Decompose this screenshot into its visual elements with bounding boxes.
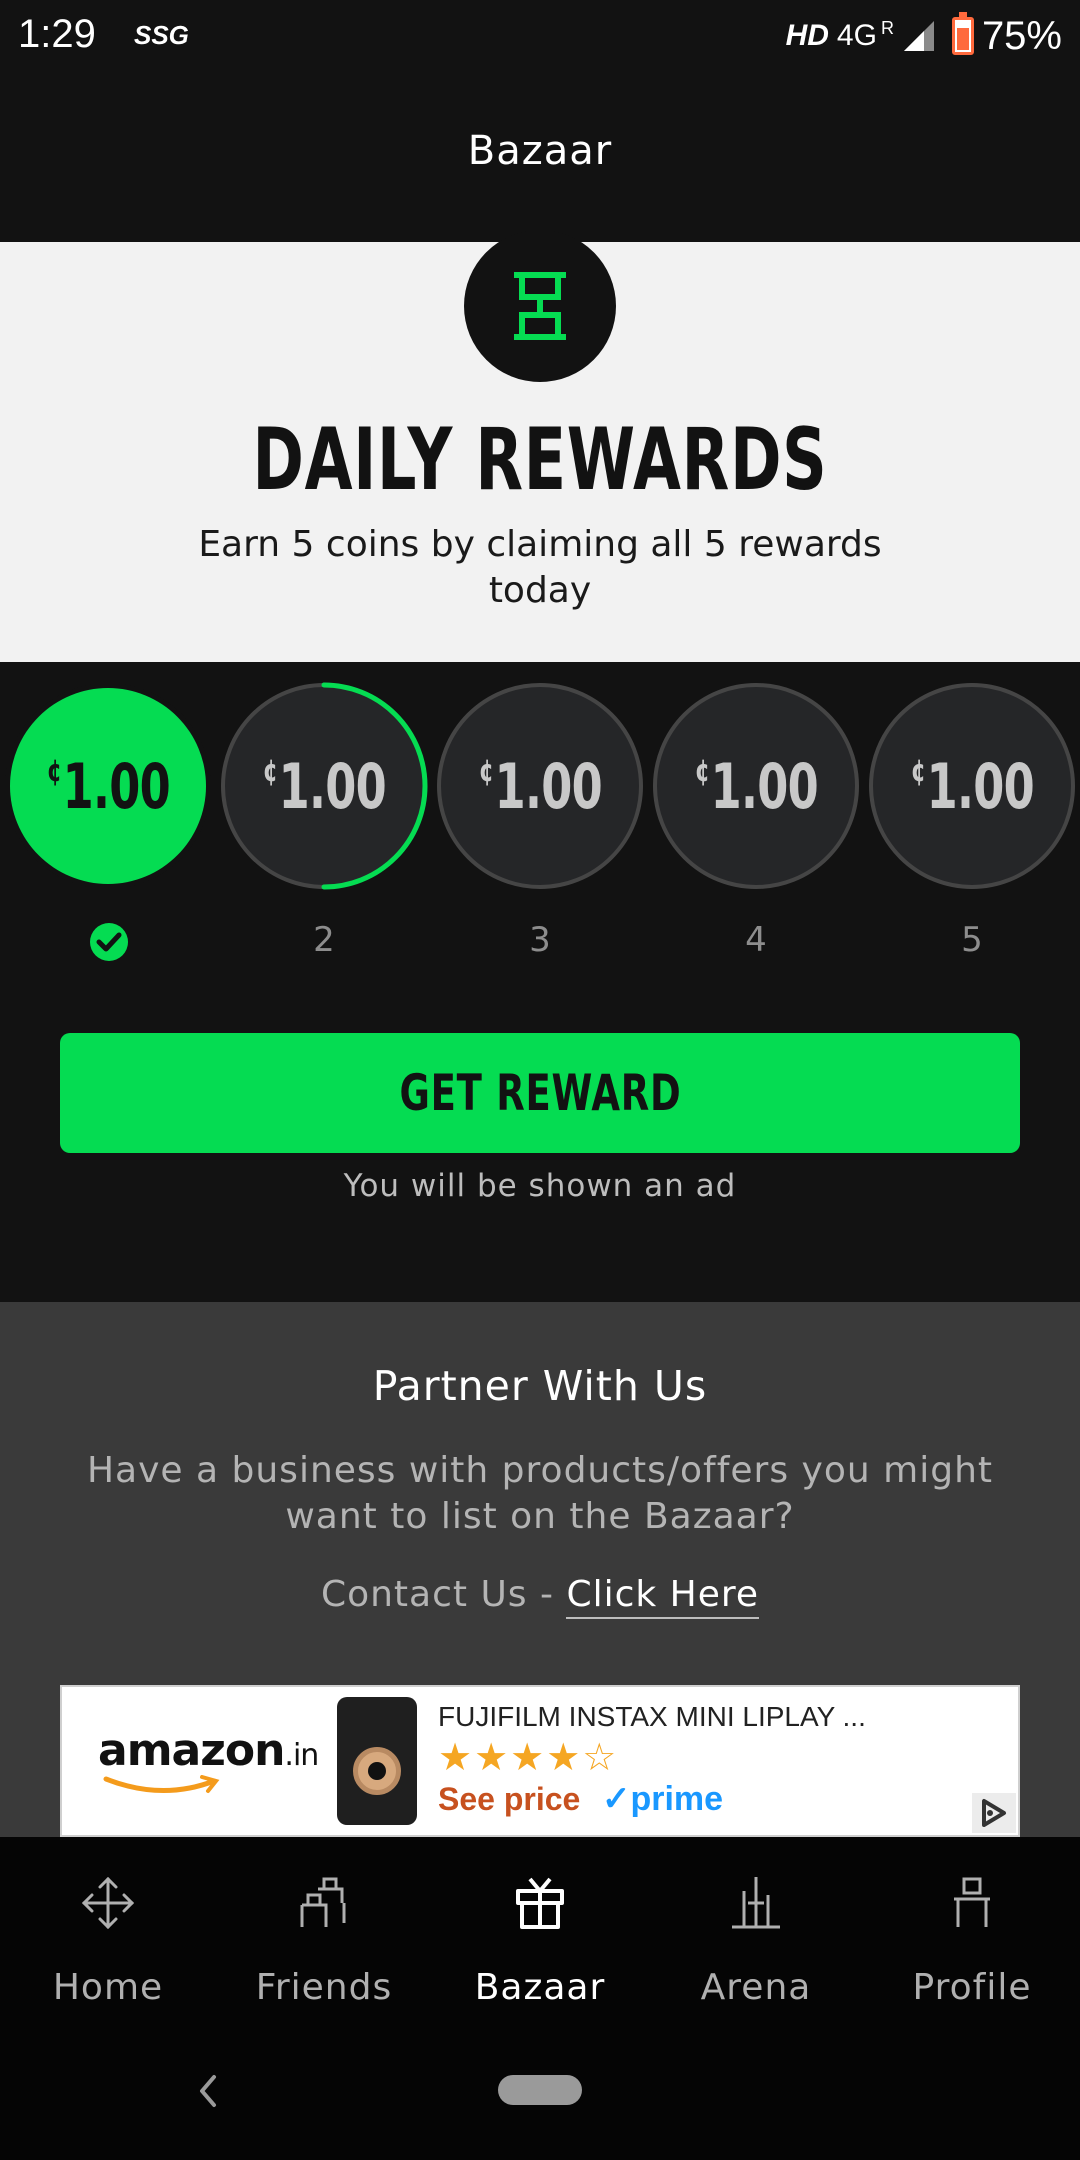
coin-3-value: ¢1.00	[478, 749, 602, 823]
network-type: 4G	[836, 19, 877, 52]
reward-coin-3[interactable]: ¢1.00	[434, 680, 646, 892]
partner-title: Partner With Us	[372, 1362, 708, 1410]
status-time: 1:29	[18, 12, 96, 56]
partner-text: Have a business with products/offers you…	[86, 1450, 993, 1537]
day-label-2: 2	[313, 920, 335, 960]
coin-2-value: ¢1.00	[262, 749, 386, 823]
ad-rating-stars: ★★★★☆	[438, 1735, 619, 1779]
system-nav-bar	[0, 2017, 1080, 2160]
coin-5-value: ¢1.00	[910, 749, 1034, 823]
amazon-smile-icon	[103, 1775, 220, 1794]
bottom-nav: Home Friends Bazaar Arena Profile	[0, 1837, 1080, 2017]
contact-link[interactable]: Click Here	[566, 1574, 760, 1619]
nav-item-home[interactable]: Home	[0, 1837, 216, 2017]
get-reward-button[interactable]: GET REWARD	[60, 1033, 1020, 1153]
status-indicators: HD 4G R 75%	[786, 12, 1062, 60]
nav-label-bazaar: Bazaar	[474, 1967, 606, 2008]
nav-label-profile: Profile	[912, 1967, 1032, 2008]
nav-item-arena[interactable]: Arena	[648, 1837, 864, 2017]
bazaar-emblem	[464, 230, 616, 382]
hourglass-icon	[514, 272, 566, 340]
reward-coin-1[interactable]: ¢1.00	[2, 680, 214, 892]
signal-icon	[903, 21, 934, 51]
ad-banner[interactable]: amazon.in FUJIFILM INSTAX MINI LIPLAY ..…	[60, 1685, 1020, 1837]
day-label-5: 5	[961, 920, 983, 960]
reward-coin-5[interactable]: ¢1.00	[866, 680, 1078, 892]
gift-icon	[516, 1877, 564, 1929]
home-icon	[81, 1876, 135, 1930]
reward-coin-4[interactable]: ¢1.00	[650, 680, 862, 892]
roaming-indicator: R	[880, 17, 894, 38]
battery-percent: 75%	[981, 13, 1062, 58]
nav-item-friends[interactable]: Friends	[216, 1837, 432, 2017]
camera-lens	[353, 1747, 401, 1795]
arena-icon	[732, 1877, 780, 1929]
ad-product-title: FUJIFILM INSTAX MINI LIPLAY ...	[438, 1701, 866, 1732]
rewards-subtitle: Earn 5 coins by claiming all 5 rewards t…	[198, 524, 882, 611]
nav-item-profile[interactable]: Profile	[864, 1837, 1080, 2017]
ad-see-price: See price	[438, 1781, 581, 1817]
rewards-title: DAILY REWARDS	[252, 410, 828, 510]
adchoices-icon[interactable]	[972, 1793, 1016, 1833]
back-icon[interactable]	[190, 2071, 226, 2111]
ad-note: You will be shown an ad	[343, 1168, 737, 1204]
claimed-check-icon	[90, 923, 128, 961]
coin-4-value: ¢1.00	[694, 749, 818, 823]
day-label-3: 3	[529, 920, 551, 960]
friends-icon	[300, 1877, 346, 1927]
nav-item-bazaar[interactable]: Bazaar	[432, 1837, 648, 2017]
battery-icon	[951, 12, 974, 55]
amazon-logo: amazon.in	[98, 1725, 319, 1776]
page-title: Bazaar	[467, 128, 613, 174]
reward-coin-2[interactable]: ¢1.00	[218, 680, 430, 892]
profile-icon	[954, 1877, 990, 1927]
product-image	[337, 1697, 417, 1825]
nav-label-home: Home	[52, 1967, 164, 2008]
coin-1-value: ¢1.00	[46, 749, 170, 823]
day-label-4: 4	[745, 920, 767, 960]
status-bar: 1:29 SSG HD 4G R 75%	[0, 0, 1080, 72]
prime-badge: ✓prime	[602, 1780, 724, 1818]
app-bar: Bazaar	[0, 72, 1080, 242]
hd-indicator: HD	[785, 19, 829, 52]
status-carrier: SSG	[134, 20, 189, 50]
nav-label-arena: Arena	[700, 1967, 812, 2008]
home-pill[interactable]	[498, 2075, 582, 2105]
get-reward-label: GET REWARD	[399, 1064, 681, 1122]
contact-line: Contact Us - Click Here	[0, 1574, 1080, 1619]
nav-label-friends: Friends	[255, 1967, 393, 2008]
contact-prefix: Contact Us -	[320, 1574, 567, 1615]
